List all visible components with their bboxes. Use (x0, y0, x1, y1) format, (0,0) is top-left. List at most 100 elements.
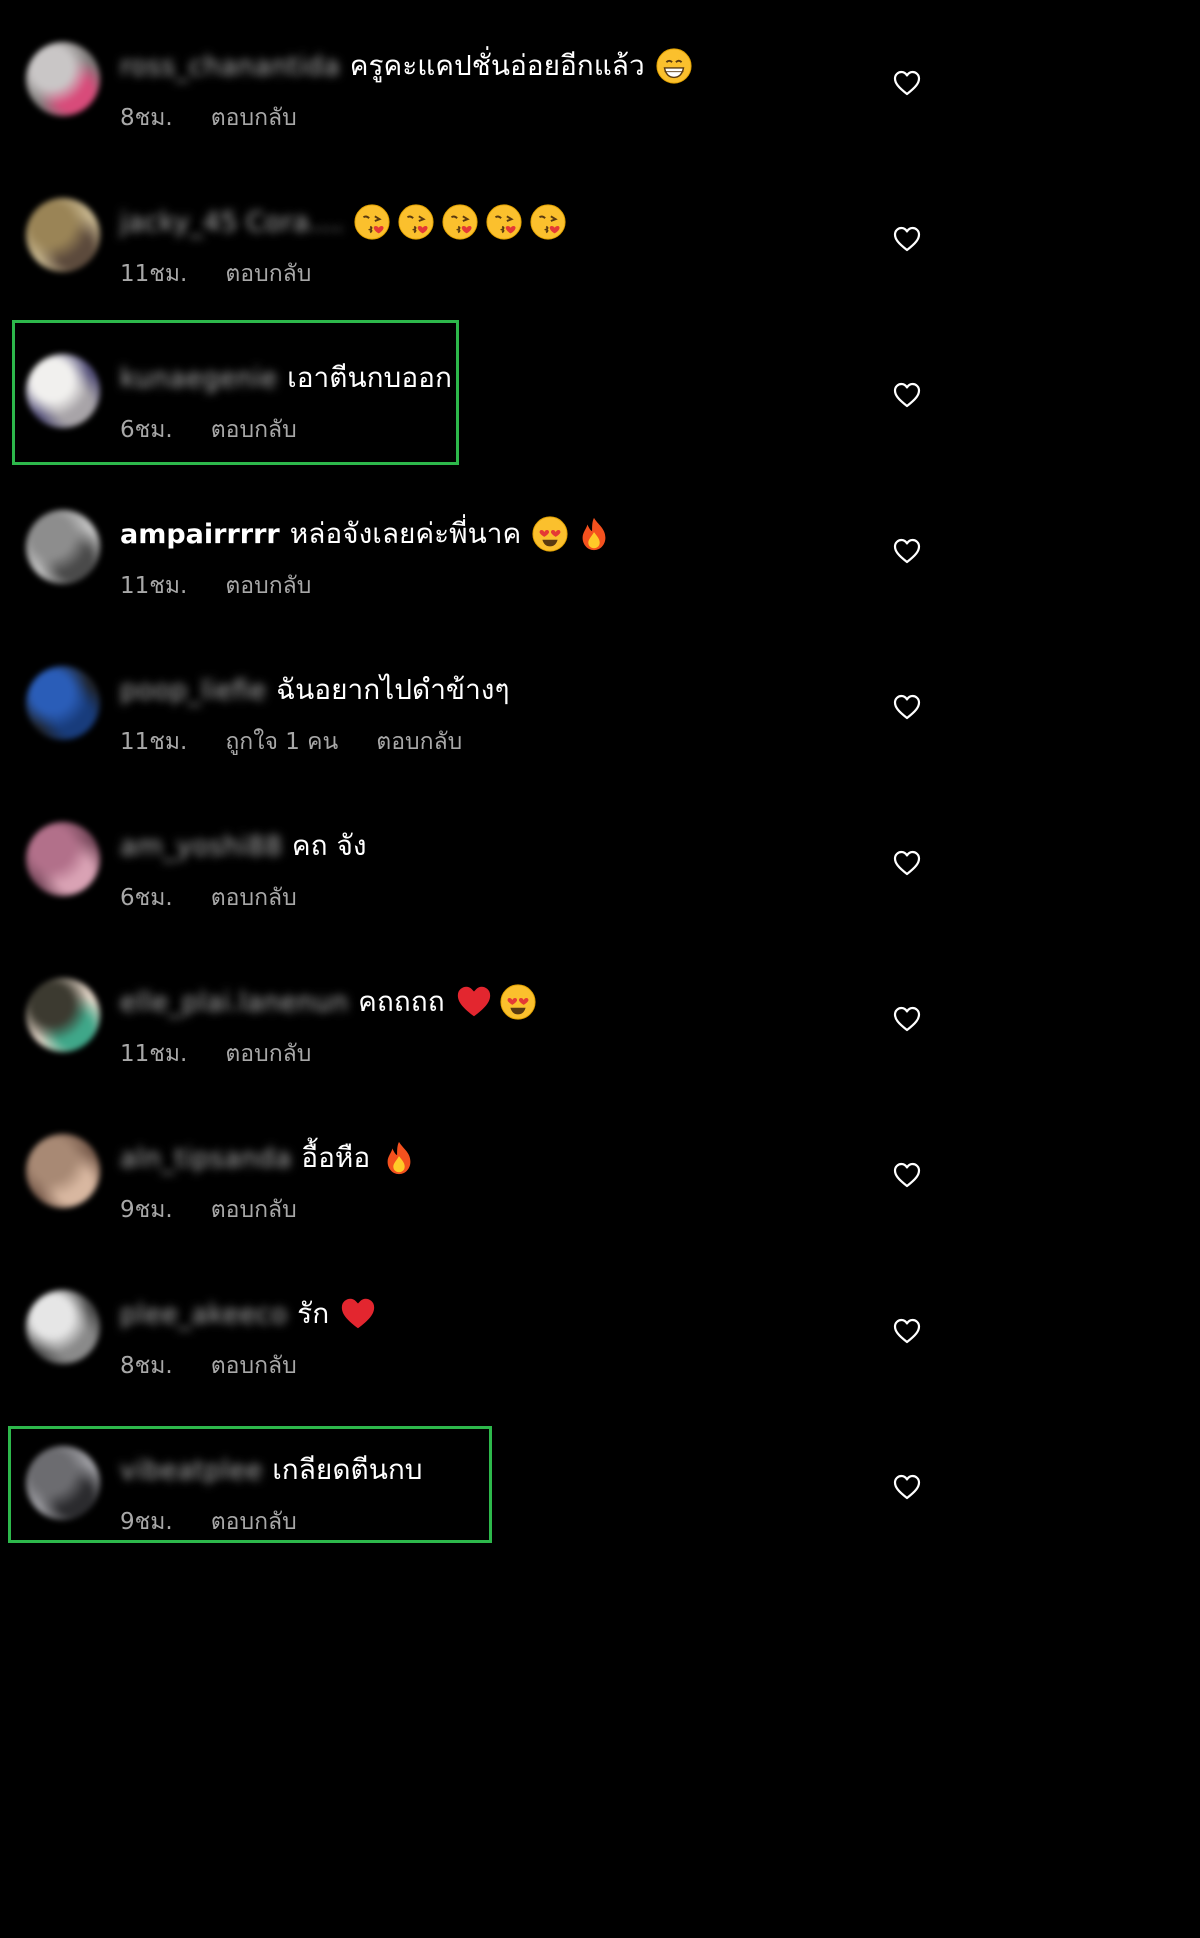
grinning-face-icon (655, 47, 693, 85)
reply-button[interactable]: ตอบกลับ (225, 1036, 311, 1072)
comment-text: หล่อจังเลยค่ะพี่นาค (289, 517, 522, 550)
avatar[interactable] (26, 1290, 100, 1364)
comment-meta: 8ชม. ตอบกลับ (120, 1348, 335, 1384)
comment-time: 11ชม. (120, 261, 188, 287)
comment-emojis (449, 983, 537, 1021)
reply-button[interactable]: ตอบกลับ (211, 880, 297, 916)
comment-time: 6ชม. (120, 417, 173, 443)
comment-username[interactable]: elle_plai.lanenun (120, 987, 348, 1018)
reply-button[interactable]: ตอบกลับ (225, 568, 311, 604)
comment-text: อื้อหือ (301, 1141, 371, 1174)
comment-meta: 11ชม. ตอบกลับ (120, 568, 349, 604)
avatar[interactable] (26, 1134, 100, 1208)
like-heart-icon[interactable] (892, 224, 922, 254)
comment-text: ครูคะแคปชั่นอ่อยอีกแล้ว (349, 49, 645, 82)
kissing-face-icon (485, 203, 523, 241)
comment-body: am_yoshi88 คถ จัง (120, 826, 367, 866)
comment-username[interactable]: poop_liefie (120, 675, 266, 706)
comment-item: am_yoshi88 คถ จัง 6ชม. ตอบกลับ (0, 780, 971, 936)
reply-button[interactable]: ตอบกลับ (211, 100, 297, 136)
avatar[interactable] (26, 1446, 100, 1520)
comment-text: เอาตีนกบออก (287, 361, 452, 394)
comment-emojis (347, 203, 567, 241)
comment-meta: 8ชม. ตอบกลับ (120, 100, 335, 136)
comment-time: 11ชม. (120, 1041, 188, 1067)
comment-body: ampairrrrr หล่อจังเลยค่ะพี่นาค (120, 514, 613, 554)
comment-item: aln_tipsanda อื้อหือ 9ชม. ตอบกลับ (0, 1092, 971, 1248)
like-heart-icon[interactable] (892, 692, 922, 722)
like-heart-icon[interactable] (892, 1160, 922, 1190)
comment-likes-count[interactable]: ถูกใจ 1 คน (225, 724, 338, 760)
comment-time: 11ชม. (120, 729, 188, 755)
avatar[interactable] (26, 198, 100, 272)
comment-meta: 11ชม. ตอบกลับ (120, 256, 349, 292)
comment-username[interactable]: ampairrrrr (120, 519, 280, 550)
like-heart-icon[interactable] (892, 848, 922, 878)
kissing-face-icon (397, 203, 435, 241)
comment-item: plee_akeeco รัก 8ชม. ตอบกลับ (0, 1248, 971, 1404)
avatar[interactable] (26, 822, 100, 896)
comment-item: ross_chanantida ครูคะแคปชั่นอ่อยอีกแล้ว 8ช… (0, 0, 971, 156)
comment-emojis (525, 515, 613, 553)
avatar[interactable] (26, 510, 100, 584)
kissing-face-icon (441, 203, 479, 241)
reply-button[interactable]: ตอบกลับ (211, 1504, 297, 1540)
comment-text: ฉันอยากไปดำข้างๆ (276, 673, 510, 706)
like-heart-icon[interactable] (892, 68, 922, 98)
comment-meta: 6ชม. ตอบกลับ (120, 880, 335, 916)
comment-meta: 11ชม. ตอบกลับ (120, 1036, 349, 1072)
comment-meta: 6ชม. ตอบกลับ (120, 412, 335, 448)
like-heart-icon[interactable] (892, 1472, 922, 1502)
comment-body: elle_plai.lanenun คถถถถ (120, 982, 537, 1022)
comment-body: kunaegenie เอาตีนกบออก (120, 358, 452, 398)
avatar[interactable] (26, 354, 100, 428)
reply-button[interactable]: ตอบกลับ (211, 1192, 297, 1228)
comment-time: 9ชม. (120, 1509, 173, 1535)
comment-time: 11ชม. (120, 573, 188, 599)
like-heart-icon[interactable] (892, 536, 922, 566)
comment-list: ross_chanantida ครูคะแคปชั่นอ่อยอีกแล้ว 8ช… (0, 0, 971, 1568)
comment-username[interactable]: kunaegenie (120, 363, 277, 394)
fire-icon (380, 1139, 418, 1177)
comment-time: 8ชม. (120, 105, 173, 131)
comment-text: รัก (297, 1297, 330, 1330)
comment-body: vibeatplee เกลียดตีนกบ (120, 1450, 423, 1490)
reply-button[interactable]: ตอบกลับ (211, 412, 297, 448)
comment-username[interactable]: plee_akeeco (120, 1299, 287, 1330)
like-heart-icon[interactable] (892, 1004, 922, 1034)
heart-eyes-face-icon (531, 515, 569, 553)
comment-username[interactable]: jacky_45 Cora.... (120, 207, 343, 238)
comment-body: poop_liefie ฉันอยากไปดำข้างๆ (120, 670, 510, 710)
heart-eyes-face-icon (499, 983, 537, 1021)
comment-text: คถถถถ (358, 985, 445, 1018)
comment-meta: 11ชม. ถูกใจ 1 คน ตอบกลับ (120, 724, 500, 760)
comment-username[interactable]: vibeatplee (120, 1455, 262, 1486)
comment-item: poop_liefie ฉันอยากไปดำข้างๆ 11ชม. ถูกใจ 1 … (0, 624, 971, 780)
reply-button[interactable]: ตอบกลับ (211, 1348, 297, 1384)
red-heart-icon (339, 1295, 377, 1333)
comment-username[interactable]: ross_chanantida (120, 51, 340, 82)
fire-icon (575, 515, 613, 553)
comment-item: ampairrrrr หล่อจังเลยค่ะพี่นาค 11ชม. ตอบกลั… (0, 468, 971, 624)
comment-emojis (649, 47, 693, 85)
comment-emojis (374, 1139, 418, 1177)
like-heart-icon[interactable] (892, 1316, 922, 1346)
comment-item: kunaegenie เอาตีนกบออก 6ชม. ตอบกลับ (0, 312, 971, 468)
like-heart-icon[interactable] (892, 380, 922, 410)
comment-item: jacky_45 Cora.... 11ชม. ตอบกลับ (0, 156, 971, 312)
comment-username[interactable]: aln_tipsanda (120, 1143, 291, 1174)
comment-username[interactable]: am_yoshi88 (120, 831, 282, 862)
avatar[interactable] (26, 42, 100, 116)
comment-time: 9ชม. (120, 1197, 173, 1223)
comment-body: jacky_45 Cora.... (120, 202, 567, 242)
reply-button[interactable]: ตอบกลับ (376, 724, 462, 760)
comment-body: aln_tipsanda อื้อหือ (120, 1138, 418, 1178)
comment-text: คถ จัง (291, 829, 367, 862)
kissing-face-icon (353, 203, 391, 241)
comment-item: vibeatplee เกลียดตีนกบ 9ชม. ตอบกลับ (0, 1404, 971, 1560)
reply-button[interactable]: ตอบกลับ (225, 256, 311, 292)
kissing-face-icon (529, 203, 567, 241)
avatar[interactable] (26, 666, 100, 740)
comment-emojis (333, 1295, 377, 1333)
avatar[interactable] (26, 978, 100, 1052)
